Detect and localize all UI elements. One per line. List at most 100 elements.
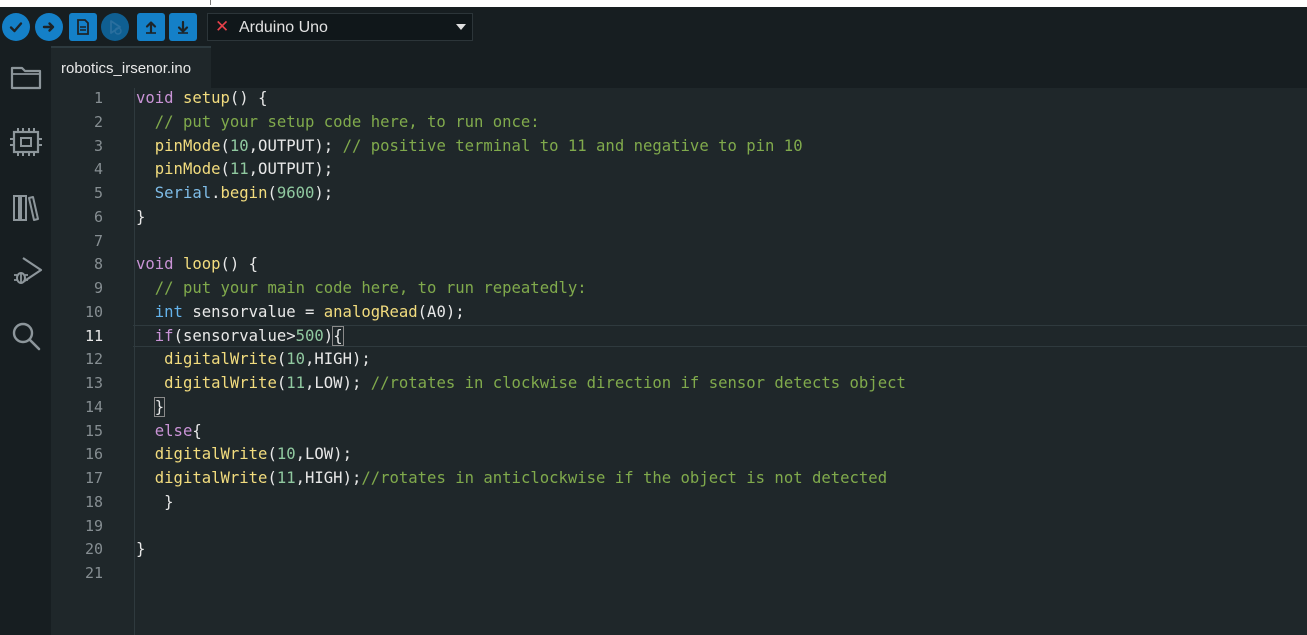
line-number: 1 xyxy=(93,89,103,107)
line-number: 21 xyxy=(84,564,103,583)
arrow-right-icon xyxy=(42,22,55,32)
line-number: 7 xyxy=(93,231,103,250)
code-token: 11 xyxy=(286,374,306,393)
code-line[interactable]: void setup() { xyxy=(136,88,267,108)
upload-button[interactable] xyxy=(35,13,63,41)
line-number: 5 xyxy=(93,184,103,203)
code-line[interactable]: digitalWrite(10,HIGH); xyxy=(136,349,371,369)
code-line[interactable]: } xyxy=(136,396,166,417)
x-icon: ✕ xyxy=(215,17,230,36)
code-token: 10 xyxy=(276,445,296,464)
check-icon xyxy=(9,22,23,33)
file-icon xyxy=(77,19,89,35)
code-token: 9600 xyxy=(276,184,315,203)
arrow-down-icon xyxy=(177,20,189,34)
code-line[interactable]: } xyxy=(136,492,173,512)
verify-button[interactable] xyxy=(2,13,30,41)
code-token: } xyxy=(153,396,166,417)
code-token: pinMode xyxy=(154,136,221,155)
code-token: (sensorvalue> xyxy=(173,326,296,345)
line-number: 4 xyxy=(93,160,103,179)
line-number: 8 xyxy=(93,255,103,274)
chevron-down-icon xyxy=(456,24,466,30)
code-token: digitalWrite xyxy=(164,350,277,369)
sidebar-item-sketchbook[interactable] xyxy=(0,55,51,99)
code-token: digitalWrite xyxy=(164,374,277,393)
code-line[interactable]: } xyxy=(136,207,145,227)
line-number: 6 xyxy=(93,207,103,226)
code-token: { xyxy=(192,421,202,440)
code-line[interactable]: if(sensorvalue>500){ xyxy=(136,325,344,346)
search-icon xyxy=(12,322,40,351)
code-line[interactable]: int sensorvalue = analogRead(A0); xyxy=(136,302,465,322)
code-token: ( xyxy=(267,469,277,488)
code-token: { xyxy=(332,325,344,346)
board-selector[interactable]: ✕ Arduino Uno xyxy=(207,13,473,41)
code-token: int xyxy=(154,302,183,321)
code-line[interactable]: else{ xyxy=(136,421,202,441)
open-button[interactable] xyxy=(137,13,165,41)
code-line[interactable]: pinMode(10,OUTPUT); // positive terminal… xyxy=(136,136,803,156)
sidebar-item-boards-manager[interactable] xyxy=(0,120,51,164)
sidebar-item-library-manager[interactable] xyxy=(0,186,51,230)
line-number: 13 xyxy=(84,374,103,393)
code-line[interactable]: // put your main code here, to run repea… xyxy=(136,278,587,298)
code-token: ,LOW); xyxy=(305,374,371,393)
code-token: ,HIGH); xyxy=(305,350,371,369)
code-editor[interactable]: 1 2 3 4 5 6 7 8 9 10 11 12 13 14 15 16 17 18 19 20 21 void s… xyxy=(51,88,1307,635)
code-line[interactable]: Serial.begin(9600); xyxy=(136,183,333,203)
code-token: ( xyxy=(267,184,277,203)
tab-robotics-irsenor[interactable]: robotics_irsenor.ino xyxy=(51,46,211,88)
code-token: digitalWrite xyxy=(154,445,268,464)
folder-icon xyxy=(10,66,41,90)
line-number: 18 xyxy=(84,492,103,511)
activity-bar xyxy=(0,46,51,635)
line-number: 15 xyxy=(84,421,103,440)
code-line[interactable]: pinMode(11,OUTPUT); xyxy=(136,159,333,179)
code-token: begin xyxy=(220,184,268,203)
code-line[interactable]: digitalWrite(11,HIGH);//rotates in antic… xyxy=(136,468,887,488)
window-top-strip xyxy=(0,0,1307,7)
sidebar-item-debug[interactable] xyxy=(0,249,51,293)
code-token: ) xyxy=(323,326,334,345)
code-token: setup xyxy=(182,89,230,107)
code-line[interactable]: digitalWrite(11,LOW); //rotates in clock… xyxy=(136,373,906,393)
code-token: loop xyxy=(182,255,221,274)
books-icon xyxy=(12,195,39,221)
window-top-tick xyxy=(210,0,211,5)
line-number: 10 xyxy=(84,302,103,321)
new-sketch-button[interactable] xyxy=(69,13,97,41)
code-token: // put your main code here, to run repea… xyxy=(154,279,587,298)
line-number: 2 xyxy=(93,112,103,131)
code-line[interactable]: // put your setup code here, to run once… xyxy=(136,112,540,132)
code-token: 10 xyxy=(229,136,249,155)
tab-label: robotics_irsenor.ino xyxy=(61,60,192,77)
code-token: ); xyxy=(314,184,334,203)
tab-bar: robotics_irsenor.ino xyxy=(51,46,1307,88)
code-token: ( xyxy=(267,445,277,464)
board-icon xyxy=(9,128,42,156)
code-token: 10 xyxy=(286,350,306,369)
code-token: ( xyxy=(220,136,230,155)
code-token: ( xyxy=(276,374,287,393)
code-token: analogRead xyxy=(323,302,418,321)
line-number: 11 xyxy=(84,326,103,345)
code-token: ( xyxy=(220,160,230,179)
sidebar-item-search[interactable] xyxy=(0,314,51,358)
code-token: Serial xyxy=(154,184,212,203)
toolbar: ✕ Arduino Uno xyxy=(0,7,1307,46)
save-button[interactable] xyxy=(169,13,197,41)
code-line[interactable]: } xyxy=(136,539,145,559)
code-token: digitalWrite xyxy=(154,469,268,488)
code-line[interactable]: digitalWrite(10,LOW); xyxy=(136,444,352,464)
code-line[interactable]: void loop() { xyxy=(136,254,258,274)
code-token: } xyxy=(136,207,146,226)
code-token: sensorvalue = xyxy=(182,302,324,321)
debug-button[interactable] xyxy=(101,13,129,41)
line-number: 20 xyxy=(84,540,103,559)
